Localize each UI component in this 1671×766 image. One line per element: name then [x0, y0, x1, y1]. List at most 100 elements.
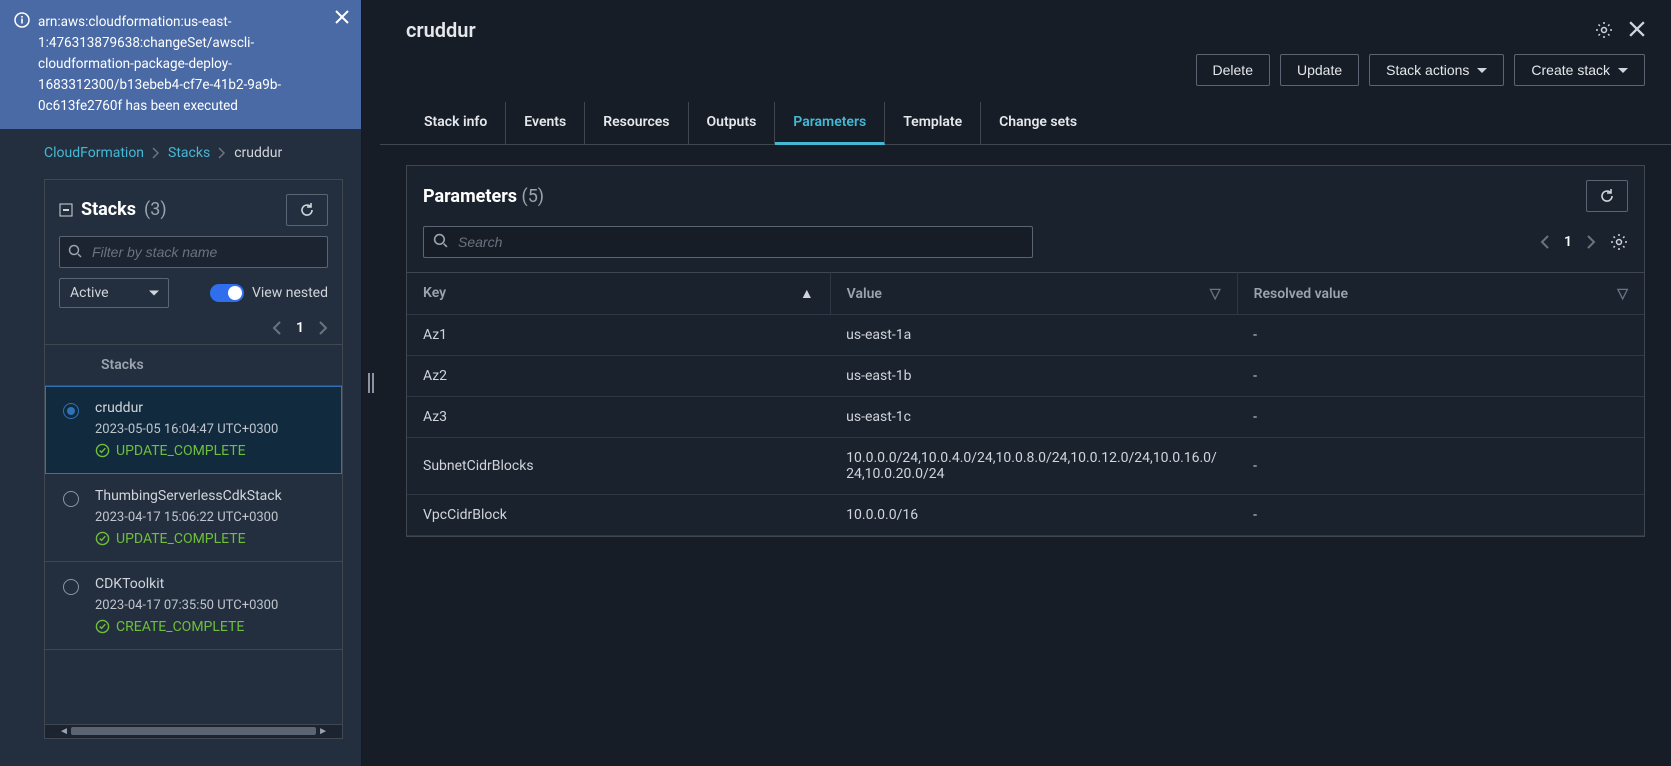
sort-asc-icon: ▲	[800, 285, 814, 302]
close-panel-icon[interactable]	[1629, 21, 1645, 39]
radio-selected[interactable]	[63, 403, 79, 419]
column-value[interactable]: Value ▽	[830, 273, 1237, 315]
check-circle-icon	[95, 619, 110, 634]
search-icon	[433, 233, 448, 248]
stack-name: ThumbingServerlessCdkStack	[95, 488, 282, 504]
stack-timestamp: 2023-04-17 15:06:22 UTC+0300	[95, 510, 282, 525]
horizontal-scrollbar[interactable]: ◄ ►	[45, 724, 342, 738]
panel-refresh-button[interactable]	[1586, 180, 1628, 212]
parameter-search-input[interactable]	[423, 226, 1033, 258]
table-row: Az3 us-east-1c -	[407, 397, 1644, 438]
stack-status: UPDATE_COMPLETE	[95, 443, 278, 459]
stack-status-text: UPDATE_COMPLETE	[116, 531, 246, 547]
column-resolved[interactable]: Resolved value ▽	[1237, 273, 1644, 315]
tab-stack-info[interactable]: Stack info	[406, 102, 506, 144]
next-page-button[interactable]	[1586, 235, 1596, 249]
tab-resources[interactable]: Resources	[585, 102, 688, 144]
sidebar-page-number: 1	[296, 320, 304, 336]
cell-key: Az2	[407, 356, 830, 397]
stack-timestamp: 2023-05-05 16:04:47 UTC+0300	[95, 422, 278, 437]
cell-resolved: -	[1237, 438, 1644, 495]
delete-button-label: Delete	[1213, 62, 1253, 78]
close-icon[interactable]	[335, 10, 349, 24]
sort-icon: ▽	[1210, 286, 1221, 302]
cell-key: Az3	[407, 397, 830, 438]
cell-value: us-east-1b	[830, 356, 1237, 397]
breadcrumb-root[interactable]: CloudFormation	[44, 145, 144, 161]
cell-resolved: -	[1237, 397, 1644, 438]
stack-actions-button[interactable]: Stack actions	[1369, 54, 1504, 86]
scroll-left-icon[interactable]: ◄	[59, 726, 69, 737]
table-settings-icon[interactable]	[1610, 233, 1628, 251]
split-handle[interactable]	[362, 0, 380, 766]
view-nested-label: View nested	[252, 285, 328, 301]
stack-item[interactable]: CDKToolkit 2023-04-17 07:35:50 UTC+0300 …	[45, 562, 342, 650]
prev-page-button[interactable]	[272, 321, 282, 335]
stack-filter-input[interactable]	[59, 236, 328, 268]
create-stack-label: Create stack	[1531, 62, 1610, 78]
delete-button[interactable]: Delete	[1196, 54, 1270, 86]
page-title: cruddur	[406, 18, 476, 42]
action-bar: Delete Update Stack actions Create stack	[380, 46, 1671, 102]
column-key-label: Key	[423, 285, 446, 301]
panel-pager: 1	[1540, 233, 1628, 251]
column-key[interactable]: Key ▲	[407, 273, 830, 315]
cell-resolved: -	[1237, 356, 1644, 397]
chevron-right-icon	[152, 147, 160, 159]
collapse-icon[interactable]	[59, 203, 73, 217]
stacks-title: Stacks (3)	[59, 199, 167, 220]
gear-icon[interactable]	[1595, 21, 1613, 39]
tab-template[interactable]: Template	[885, 102, 981, 144]
parameters-table: Key ▲ Value ▽ Resolved value ▽ Az1	[407, 272, 1644, 536]
cell-value: 10.0.0.0/16	[830, 495, 1237, 536]
cell-resolved: -	[1237, 315, 1644, 356]
stack-item[interactable]: ThumbingServerlessCdkStack 2023-04-17 15…	[45, 474, 342, 562]
parameters-panel: Parameters (5) 1	[406, 165, 1645, 537]
stack-status: CREATE_COMPLETE	[95, 619, 278, 635]
stack-timestamp: 2023-04-17 07:35:50 UTC+0300	[95, 598, 278, 613]
tab-change-sets[interactable]: Change sets	[981, 102, 1095, 144]
update-button-label: Update	[1297, 62, 1342, 78]
stack-item-cruddur[interactable]: cruddur 2023-05-05 16:04:47 UTC+0300 UPD…	[45, 386, 342, 474]
cell-key: SubnetCidrBlocks	[407, 438, 830, 495]
cell-value: 10.0.0.0/24,10.0.4.0/24,10.0.8.0/24,10.0…	[830, 438, 1237, 495]
stack-status-text: UPDATE_COMPLETE	[116, 443, 246, 459]
stacks-count: (3)	[144, 199, 167, 220]
next-page-button[interactable]	[318, 321, 328, 335]
cell-value: us-east-1c	[830, 397, 1237, 438]
breadcrumb: CloudFormation Stacks cruddur	[0, 129, 361, 169]
scrollbar-thumb[interactable]	[71, 727, 316, 735]
tab-parameters[interactable]: Parameters	[775, 102, 885, 145]
stack-status-text: CREATE_COMPLETE	[116, 619, 244, 635]
cell-key: VpcCidrBlock	[407, 495, 830, 536]
table-row: VpcCidrBlock 10.0.0.0/16 -	[407, 495, 1644, 536]
create-stack-button[interactable]: Create stack	[1514, 54, 1645, 86]
main: cruddur Delete Update Stack actions Crea…	[380, 0, 1671, 766]
scroll-right-icon[interactable]: ►	[318, 726, 328, 737]
panel-count: (5)	[522, 186, 545, 207]
info-icon	[14, 12, 30, 28]
stack-actions-label: Stack actions	[1386, 62, 1469, 78]
cell-key: Az1	[407, 315, 830, 356]
column-value-label: Value	[847, 286, 882, 302]
stack-name: CDKToolkit	[95, 576, 278, 592]
view-nested-toggle[interactable]	[210, 284, 244, 302]
refresh-button[interactable]	[286, 194, 328, 226]
prev-page-button[interactable]	[1540, 235, 1550, 249]
table-row: Az2 us-east-1b -	[407, 356, 1644, 397]
status-filter-select[interactable]: Active	[59, 278, 169, 308]
radio[interactable]	[63, 491, 79, 507]
cell-value: us-east-1a	[830, 315, 1237, 356]
search-icon	[68, 244, 82, 258]
radio[interactable]	[63, 579, 79, 595]
breadcrumb-stacks[interactable]: Stacks	[168, 145, 210, 161]
tab-outputs[interactable]: Outputs	[689, 102, 776, 144]
check-circle-icon	[95, 443, 110, 458]
panel-title-text: Parameters	[423, 186, 517, 207]
update-button[interactable]: Update	[1280, 54, 1359, 86]
tab-events[interactable]: Events	[506, 102, 585, 144]
stacks-panel: Stacks (3) Active View nested	[44, 179, 343, 739]
caret-down-icon	[1477, 68, 1487, 73]
stack-list: cruddur 2023-05-05 16:04:47 UTC+0300 UPD…	[45, 386, 342, 724]
breadcrumb-current: cruddur	[234, 145, 282, 161]
